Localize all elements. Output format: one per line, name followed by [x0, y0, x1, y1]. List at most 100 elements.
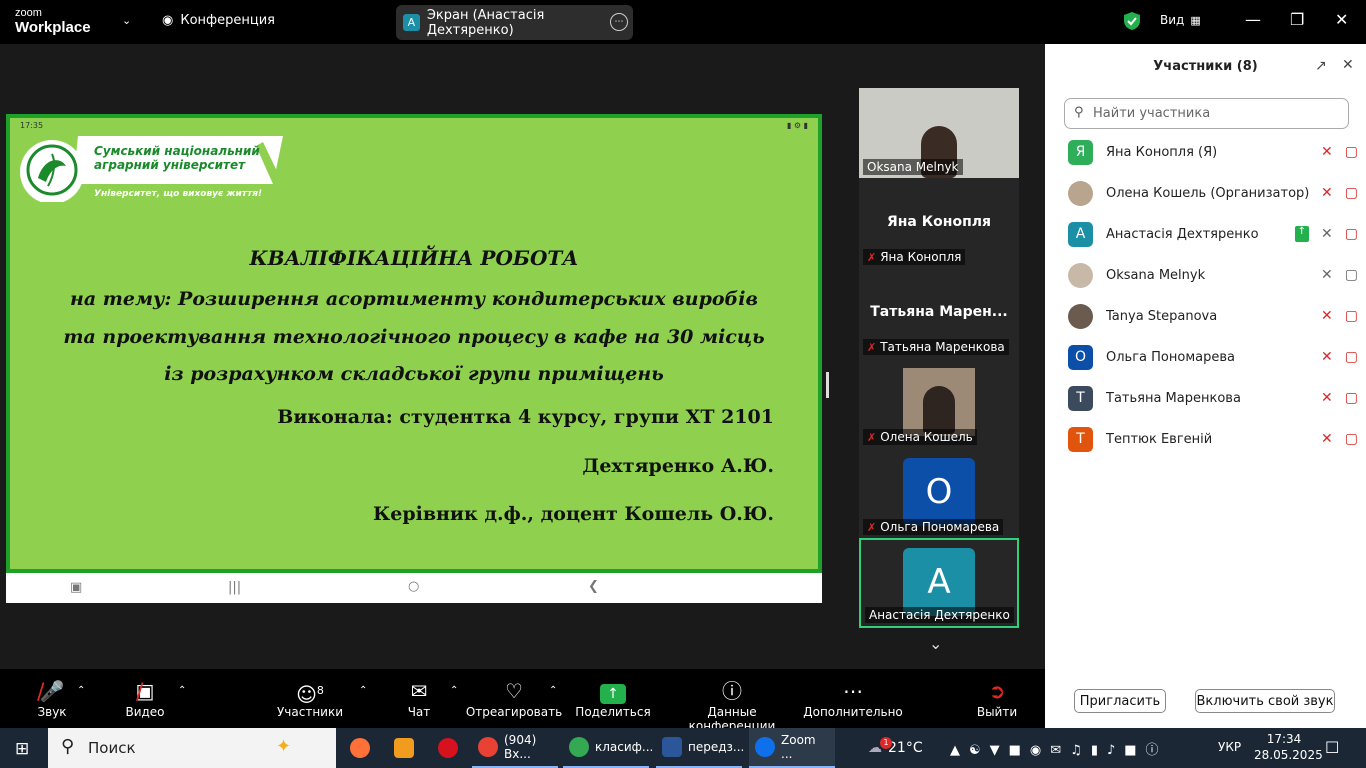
- screen-share-pill[interactable]: А Экран (Анастасія Дехтяренко) ⋯: [396, 5, 633, 40]
- mic-muted-icon: ✗: [867, 250, 877, 264]
- shield-icon[interactable]: [1123, 11, 1141, 31]
- leave-button[interactable]: ➲ Выйти: [942, 679, 1052, 719]
- video-tile-yana[interactable]: Яна Конопля ✗ Яна Конопля: [859, 178, 1019, 268]
- minimize-icon[interactable]: —: [1245, 10, 1261, 29]
- participant-name: Татьяна Маренкова: [1106, 390, 1241, 406]
- video-tile-oksana[interactable]: Oksana Melnyk: [859, 88, 1019, 178]
- video-tile-anastasia[interactable]: А Анастасія Дехтяренко: [859, 538, 1019, 628]
- video-off-icon: ▢: [1344, 431, 1358, 447]
- windows-start-icon[interactable]: ⊞: [15, 739, 29, 759]
- chevron-up-icon[interactable]: ⌃: [77, 685, 85, 696]
- participant-row[interactable]: Т Тептюк Евгеній ✕ ▢: [1068, 424, 1358, 454]
- view-label: Вид: [1160, 13, 1185, 27]
- more-options-icon[interactable]: ⋯: [610, 13, 628, 31]
- invite-button[interactable]: Пригласить: [1074, 689, 1166, 713]
- restore-icon[interactable]: ❐: [1290, 10, 1304, 29]
- taskbar-app-label: класиф...: [595, 740, 654, 754]
- mic-muted-icon: ✕: [1321, 390, 1333, 406]
- participant-status-icons: ↑ ✕ ▢: [1294, 226, 1358, 242]
- grid-icon: ▦: [1190, 13, 1201, 27]
- avatar: [903, 368, 975, 436]
- taskbar-opera[interactable]: [432, 728, 464, 768]
- language-indicator[interactable]: УКР: [1218, 740, 1241, 754]
- close-icon[interactable]: ✕: [1342, 57, 1354, 73]
- notifications-icon[interactable]: ☐: [1325, 738, 1339, 757]
- mic-muted-icon: ✕: [1321, 185, 1333, 201]
- taskbar-chrome[interactable]: класиф...: [563, 728, 653, 768]
- taskbar-chrome-mail[interactable]: (904) Вх...: [472, 728, 558, 768]
- video-tile-olena[interactable]: ✗ Олена Кошель: [859, 358, 1019, 448]
- taskbar-zoom[interactable]: Zoom ...: [749, 728, 835, 768]
- splitter-handle[interactable]: [826, 372, 829, 398]
- mic-muted-icon: ✗: [867, 340, 877, 354]
- taskbar-app-orange[interactable]: [388, 728, 420, 768]
- conference-menu[interactable]: ◉ Конференция: [162, 13, 275, 28]
- phone-status-time: 17:35: [20, 121, 44, 130]
- leave-label: Выйти: [976, 705, 1018, 719]
- avatar: [1068, 180, 1093, 206]
- tile-bigname: Татьяна Марен...: [870, 304, 1008, 320]
- participant-status-icons: ✕ ▢: [1321, 144, 1358, 160]
- system-tray-icons[interactable]: ▲☯▼■◉✉♫▮♪■ⓘ: [950, 739, 1168, 758]
- avatar: О: [903, 458, 975, 526]
- close-icon[interactable]: ✕: [1335, 10, 1348, 29]
- participant-name: Олена Кошель (Организатор): [1106, 185, 1310, 201]
- video-tile-tatyana[interactable]: Татьяна Марен... ✗ Татьяна Маренкова: [859, 268, 1019, 358]
- participant-name: Ольга Пономарева: [1106, 349, 1235, 365]
- taskbar-app-label: (904) Вх...: [504, 733, 537, 761]
- participant-row[interactable]: О Ольга Пономарева ✕ ▢: [1068, 342, 1358, 372]
- participants-label: Участники: [276, 705, 344, 719]
- avatar: [1068, 303, 1093, 329]
- video-button[interactable]: ▣ / Видео ⌃: [90, 679, 200, 719]
- weather-widget[interactable]: ☁ 21°C: [862, 728, 929, 768]
- chrome-icon: [478, 737, 498, 757]
- meeting-info-button[interactable]: ⓘ Данные конференции: [668, 679, 796, 733]
- chevron-up-icon[interactable]: ⌃: [178, 685, 186, 696]
- participant-name: Анастасія Дехтяренко: [1106, 226, 1259, 242]
- participant-row[interactable]: Олена Кошель (Организатор) ✕ ▢: [1068, 178, 1358, 208]
- share-button[interactable]: ↑ Поделиться: [558, 679, 668, 719]
- copilot-icon: ✦: [276, 736, 292, 757]
- tile-name-text: Ольга Пономарева: [880, 520, 1000, 534]
- chevron-down-icon[interactable]: ⌄: [122, 14, 131, 27]
- word-icon: [662, 737, 682, 757]
- participant-status-icons: ✕ ▢: [1321, 431, 1358, 447]
- avatar: Т: [1068, 426, 1093, 452]
- title-bar: zoom Workplace ⌄ ◉ Конференция А Экран (…: [0, 0, 1366, 44]
- video-off-icon: ▢: [1344, 390, 1358, 406]
- mic-muted-icon: ✗: [867, 430, 877, 444]
- participant-row[interactable]: Oksana Melnyk ✕ ▢: [1068, 260, 1358, 290]
- react-button[interactable]: ♡ Отреагировать ⌃: [459, 679, 569, 719]
- participants-button[interactable]: ☺8 Участники ⌃: [255, 679, 367, 719]
- participant-row[interactable]: Tanya Stepanova ✕ ▢: [1068, 301, 1358, 331]
- tile-name: Анастасія Дехтяренко: [865, 607, 1014, 623]
- screenshot-icon: ▣: [70, 580, 83, 595]
- participant-row[interactable]: А Анастасія Дехтяренко ↑ ✕ ▢: [1068, 219, 1358, 249]
- tile-name: Oksana Melnyk: [863, 159, 963, 175]
- chat-button[interactable]: ✉ Чат ⌃: [364, 679, 474, 719]
- tile-name-text: Анастасія Дехтяренко: [869, 608, 1010, 622]
- search-input[interactable]: ⚲ Найти участника: [1064, 98, 1349, 129]
- unmute-self-button[interactable]: Включить свой звук: [1195, 689, 1335, 713]
- chevron-up-icon[interactable]: ⌃: [450, 685, 458, 696]
- taskbar-search[interactable]: ⚲ Поиск ✦: [48, 728, 336, 768]
- avatar: Т: [1068, 385, 1093, 411]
- chevron-up-icon[interactable]: ⌃: [549, 685, 557, 696]
- search-icon: ⚲: [61, 736, 75, 757]
- avatar: [1068, 262, 1093, 288]
- mic-muted-icon: ✕: [1321, 144, 1333, 160]
- video-tile-olga[interactable]: О ✗ Ольга Пономарева: [859, 448, 1019, 538]
- clock[interactable]: 17:34 28.05.2025: [1254, 731, 1323, 763]
- taskbar-word[interactable]: передз...: [656, 728, 744, 768]
- view-menu[interactable]: Вид ▦: [1160, 13, 1201, 27]
- video-off-icon: ▢: [1344, 185, 1358, 201]
- mic-muted-icon: ✕: [1321, 349, 1333, 365]
- more-button[interactable]: ⋯ Дополнительно: [798, 679, 908, 719]
- participant-row[interactable]: Т Татьяна Маренкова ✕ ▢: [1068, 383, 1358, 413]
- chevron-down-icon[interactable]: ⌄: [929, 634, 942, 653]
- clock-date: 28.05.2025: [1254, 748, 1323, 762]
- slide-author-name: Дехтяренко А.Ю.: [582, 455, 774, 477]
- participant-row[interactable]: Я Яна Конопля (Я) ✕ ▢: [1068, 137, 1358, 167]
- taskbar-firefox[interactable]: [344, 728, 376, 768]
- popout-icon[interactable]: ↗: [1315, 58, 1327, 74]
